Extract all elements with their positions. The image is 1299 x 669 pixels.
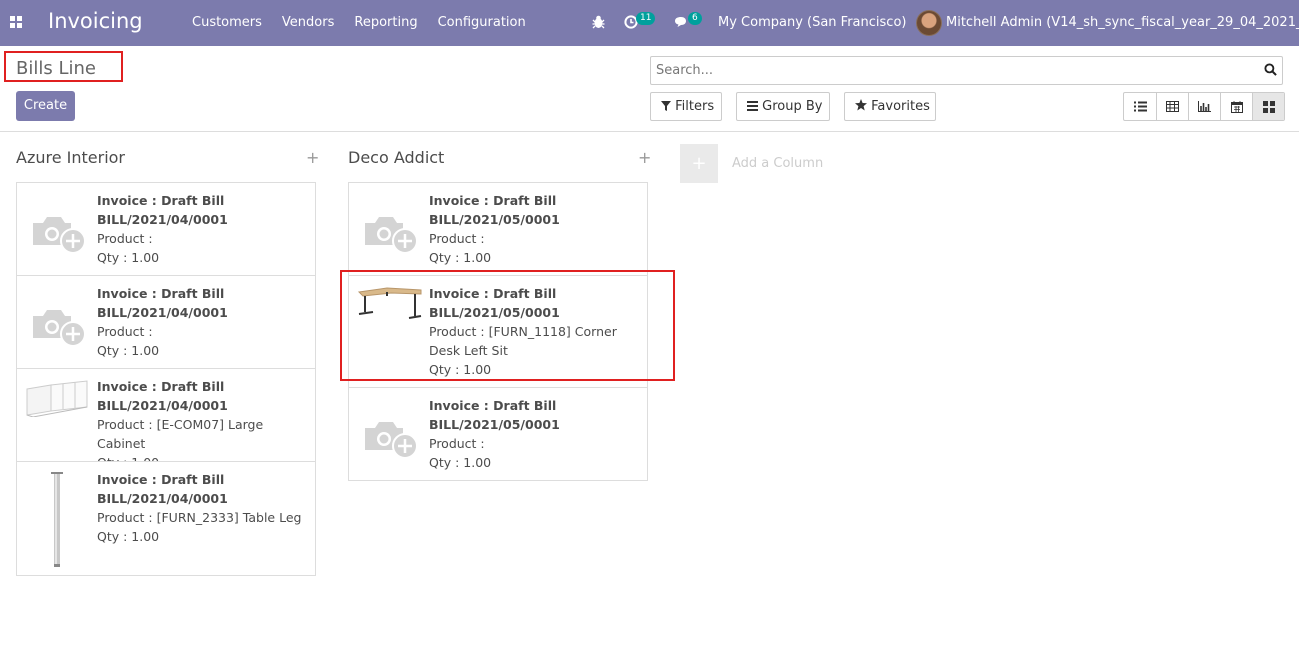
star-icon [855,99,867,111]
apps-menu-icon[interactable] [10,16,22,28]
card-product: Product : [FURN_2333] Table Leg [97,510,302,525]
main-menu: Customers Vendors Reporting Configuratio… [192,15,546,30]
card-qty: Qty : 1.00 [97,343,160,358]
card-qty: Qty : 1.00 [429,250,492,265]
page-title: Bills Line [16,58,96,79]
card-product: Product : [97,324,153,339]
card-bill-number: BILL/2021/05/0001 [429,212,560,227]
control-panel: Bills Line Create Search... Filters Grou… [0,46,1299,132]
filter-funnel-icon [661,101,671,111]
card-invoice-line: Invoice : Draft Bill [429,398,557,413]
pivot-view-icon[interactable] [1156,93,1188,120]
graph-view-icon[interactable] [1188,93,1220,120]
kanban-card[interactable]: Invoice : Draft Bill BILL/2021/04/0001 Pro… [16,182,316,276]
card-product: Product : [429,231,485,246]
create-button[interactable]: Create [16,91,75,121]
column-title-azure-interior[interactable]: Azure Interior [16,148,125,167]
table-leg-image [51,472,63,567]
add-column-plus-icon[interactable]: + [680,144,718,183]
kanban-card[interactable]: Invoice : Draft Bill BILL/2021/05/0001 Pro… [348,387,648,481]
card-highlight-box [340,270,675,381]
menu-item-customers[interactable]: Customers [192,15,262,30]
camera-placeholder-icon [365,217,418,254]
card-bill-number: BILL/2021/04/0001 [97,212,228,227]
app-name[interactable]: Invoicing [48,9,143,33]
kanban-card[interactable]: Invoice : Draft Bill BILL/2021/04/0001 Pro… [16,275,316,369]
view-switcher [1123,92,1285,121]
groupby-label: Group By [762,99,823,114]
debug-bug-icon[interactable] [592,15,605,29]
menu-item-reporting[interactable]: Reporting [354,15,417,30]
kanban-card[interactable]: Invoice : Draft Bill BILL/2021/04/0001 Pro… [16,461,316,576]
card-product: Product : [97,231,153,246]
menu-item-vendors[interactable]: Vendors [282,15,334,30]
card-invoice-line: Invoice : Draft Bill [97,379,225,394]
search-input[interactable]: Search... [650,56,1283,85]
card-qty: Qty : 1.00 [429,455,492,470]
messages-badge: 6 [688,12,702,25]
card-invoice-line: Invoice : Draft Bill [97,193,225,208]
large-cabinet-image [26,380,88,417]
filters-label: Filters [675,99,715,114]
column-quick-create-plus-icon[interactable]: + [306,148,319,167]
kanban-card[interactable]: Invoice : Draft Bill BILL/2021/05/0001 Pro… [348,182,648,276]
card-bill-number: BILL/2021/04/0001 [97,398,228,413]
card-bill-number: BILL/2021/04/0001 [97,491,228,506]
camera-placeholder-icon [33,310,86,347]
card-bill-number: BILL/2021/05/0001 [429,417,560,432]
list-view-icon[interactable] [1124,93,1156,120]
bars-icon [747,101,758,111]
kanban-view-icon[interactable] [1252,93,1284,120]
company-switcher[interactable]: My Company (San Francisco) [718,15,906,30]
column-quick-create-plus-icon[interactable]: + [638,148,651,167]
user-avatar[interactable] [916,10,942,36]
card-invoice-line: Invoice : Draft Bill [97,286,225,301]
favorites-button[interactable]: Favorites [844,92,936,121]
search-icon[interactable] [1264,63,1277,76]
card-product: Product : [429,436,485,451]
camera-placeholder-icon [365,422,418,459]
camera-placeholder-icon [33,217,86,254]
filters-button[interactable]: Filters [650,92,722,121]
card-qty: Qty : 1.00 [97,250,160,265]
card-qty: Qty : 1.00 [97,529,160,544]
groupby-button[interactable]: Group By [736,92,830,121]
card-invoice-line: Invoice : Draft Bill [429,193,557,208]
calendar-view-icon[interactable] [1220,93,1252,120]
activity-badge: 11 [636,12,656,25]
add-column-label[interactable]: Add a Column [732,156,823,171]
favorites-label: Favorites [871,99,930,114]
card-product: Product : [E-COM07] Large Cabinet [97,417,264,451]
menu-item-configuration[interactable]: Configuration [438,15,526,30]
card-bill-number: BILL/2021/04/0001 [97,305,228,320]
user-menu[interactable]: Mitchell Admin (V14_sh_sync_fiscal_year_… [946,15,1299,30]
card-invoice-line: Invoice : Draft Bill [97,472,225,487]
top-navbar: Invoicing Customers Vendors Reporting Co… [0,0,1299,46]
column-title-deco-addict[interactable]: Deco Addict [348,148,444,167]
kanban-card[interactable]: Invoice : Draft Bill BILL/2021/04/0001 Pro… [16,368,316,470]
